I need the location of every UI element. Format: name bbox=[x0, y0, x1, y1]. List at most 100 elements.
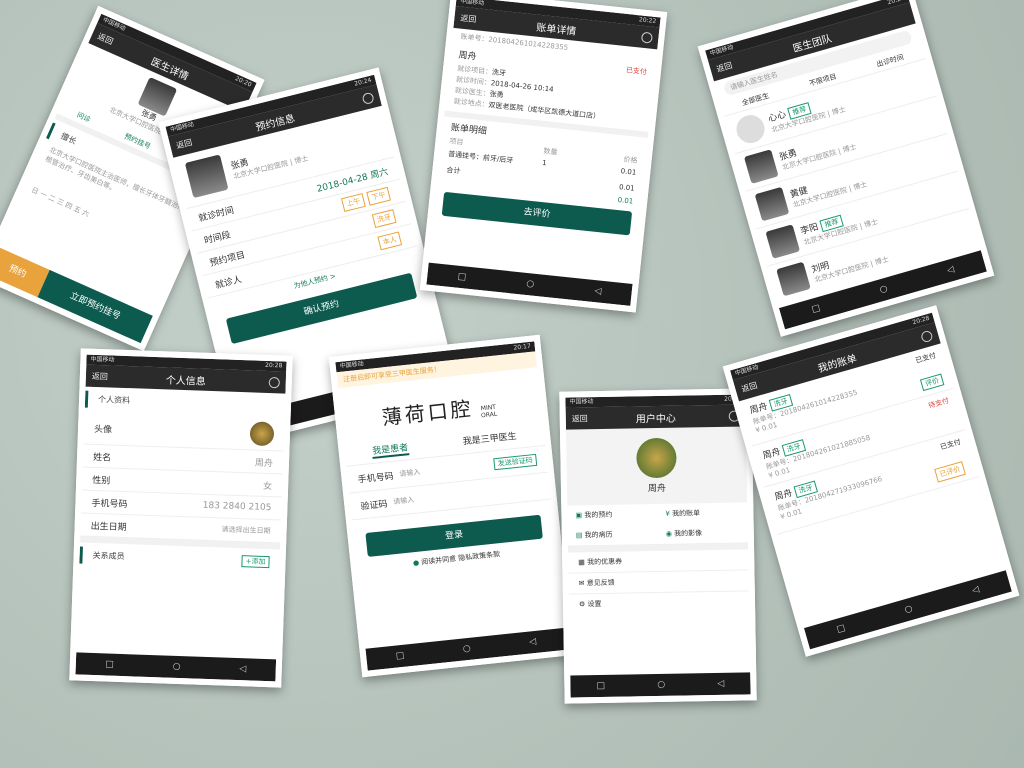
menu-records[interactable]: ▤ 我的病历 bbox=[568, 524, 658, 546]
sex-value: 女 bbox=[262, 481, 273, 492]
doctor-avatar bbox=[754, 186, 790, 222]
place-label: 就诊地点： bbox=[453, 97, 489, 109]
sex-label: 性别 bbox=[92, 475, 111, 487]
phone-login: 中国移动 20:17 注册后即可享受三甲医生服务！ 薄荷口腔 MINT ORAL … bbox=[328, 334, 574, 678]
section-relations: 关系成员 bbox=[79, 546, 135, 566]
back-button[interactable]: 返回 bbox=[92, 370, 108, 382]
check-icon[interactable]: ● bbox=[413, 559, 420, 568]
doctor-avatar bbox=[743, 149, 779, 184]
tab-patient[interactable]: 我是患者 bbox=[371, 440, 409, 459]
agree-text[interactable]: 阅读并同意 隐私政策条款 bbox=[421, 550, 501, 566]
phone-personal-info: 中国移动 20:28 返回 个人信息 个人资料 头像 姓名 周舟 性别 女 手机号… bbox=[69, 348, 293, 688]
back-button[interactable]: 返回 bbox=[96, 30, 115, 47]
doctor-value: 张勇 bbox=[489, 90, 504, 100]
menu-label: 我的预约 bbox=[584, 510, 613, 520]
item-value: 洗牙 bbox=[491, 68, 507, 78]
menu-images[interactable]: ◉ 我的影像 bbox=[658, 522, 748, 544]
date-label: 就诊时间 bbox=[197, 205, 235, 224]
patient-name: 周舟 bbox=[457, 50, 477, 63]
logo-en: MINT ORAL bbox=[480, 403, 498, 419]
pm-option[interactable]: 下午 bbox=[366, 186, 391, 206]
item-label: 预约项目 bbox=[208, 250, 247, 269]
list-label: 我的优惠券 bbox=[587, 557, 623, 567]
doctor-avatar bbox=[765, 224, 801, 259]
back-button[interactable]: 返回 bbox=[572, 413, 588, 424]
nav-square-icon[interactable]: □ bbox=[836, 623, 847, 635]
nav-square-icon[interactable]: □ bbox=[596, 681, 605, 691]
section-profile: 个人资料 bbox=[84, 390, 286, 415]
menu-label: 我的病历 bbox=[584, 530, 613, 540]
list-settings[interactable]: ⚙ 设置 bbox=[569, 591, 749, 614]
user-name: 周舟 bbox=[647, 483, 667, 495]
am-option[interactable]: 上午 bbox=[341, 193, 366, 213]
nav-bar: □ ○ ◁ bbox=[570, 672, 751, 698]
bulb-icon[interactable] bbox=[361, 91, 375, 105]
nav-circle-icon[interactable]: ○ bbox=[462, 644, 471, 655]
bill-status: 已支付 bbox=[625, 66, 648, 77]
tab-doctor[interactable]: 我是三甲医生 bbox=[462, 429, 517, 450]
calendar-icon: ▣ bbox=[575, 511, 585, 520]
name-label: 姓名 bbox=[92, 452, 112, 464]
logo-text: 薄荷口腔 bbox=[380, 396, 475, 430]
phone-value: 183 2840 2105 bbox=[202, 500, 272, 514]
nav-back-icon[interactable]: ◁ bbox=[717, 679, 724, 689]
item-option[interactable]: 洗牙 bbox=[371, 209, 397, 229]
nav-circle-icon[interactable]: ○ bbox=[172, 662, 180, 672]
avatar-label: 头像 bbox=[93, 424, 113, 436]
page-title: 用户中心 bbox=[635, 413, 676, 425]
person-option[interactable]: 本人 bbox=[377, 231, 403, 251]
coupon-icon: ▦ bbox=[578, 558, 588, 567]
nav-square-icon[interactable]: □ bbox=[457, 272, 467, 283]
add-member-button[interactable]: +添加 bbox=[241, 554, 270, 568]
title-bar: 返回 用户中心 bbox=[565, 404, 746, 430]
list-label: 设置 bbox=[587, 599, 602, 609]
phone-user-center: 中国移动20:23 返回 用户中心 周舟 ▣ 我的预约 ¥ 我的账单 ▤ 我的病… bbox=[559, 388, 757, 704]
status-time: 20:28 bbox=[264, 361, 283, 370]
back-button[interactable]: 返回 bbox=[715, 59, 733, 74]
document-icon: ▤ bbox=[575, 531, 585, 540]
back-button[interactable]: 返回 bbox=[175, 136, 193, 151]
user-avatar bbox=[249, 421, 275, 447]
menu-bills[interactable]: ¥ 我的账单 bbox=[657, 502, 747, 524]
menu-label: 我的账单 bbox=[672, 509, 701, 518]
phone-label: 手机号码 bbox=[357, 471, 395, 486]
total-value: 0.01 bbox=[618, 183, 635, 193]
nav-square-icon[interactable]: □ bbox=[811, 303, 822, 315]
row-price: 0.01 bbox=[620, 167, 637, 177]
nav-circle-icon[interactable]: ○ bbox=[904, 604, 914, 616]
nav-circle-icon[interactable]: ○ bbox=[657, 680, 665, 690]
nav-square-icon[interactable]: □ bbox=[395, 651, 405, 662]
user-avatar[interactable] bbox=[636, 437, 677, 479]
name-value: 周舟 bbox=[254, 458, 274, 469]
period-label: 时间段 bbox=[203, 229, 232, 247]
menu-appointments[interactable]: ▣ 我的预约 bbox=[567, 504, 657, 526]
mail-icon: ✉ bbox=[578, 579, 587, 588]
page-title: 账单详情 bbox=[535, 22, 577, 38]
doctor-avatar bbox=[776, 261, 811, 297]
nav-back-icon[interactable]: ◁ bbox=[971, 585, 980, 597]
back-button[interactable]: 返回 bbox=[740, 379, 758, 394]
send-code-button[interactable]: 发送验证码 bbox=[493, 453, 538, 471]
phone-label: 手机号码 bbox=[91, 498, 128, 510]
page-title: 个人信息 bbox=[165, 374, 206, 388]
nav-back-icon[interactable]: ◁ bbox=[529, 637, 537, 648]
nav-back-icon[interactable]: ◁ bbox=[239, 664, 246, 674]
nav-back-icon[interactable]: ◁ bbox=[594, 286, 602, 297]
bulb-icon[interactable] bbox=[640, 31, 654, 44]
menu-label: 我的影像 bbox=[674, 529, 703, 538]
phone-bill-detail: 中国移动 20:22 返回 账单详情 账单号：201804261014228355… bbox=[419, 0, 668, 313]
nav-circle-icon[interactable]: ○ bbox=[879, 284, 889, 296]
nav-bar: □ ○ ◁ bbox=[75, 652, 277, 682]
bulb-icon[interactable] bbox=[268, 376, 280, 388]
nav-circle-icon[interactable]: ○ bbox=[526, 279, 535, 290]
birth-value: 请选择出生日期 bbox=[221, 525, 271, 536]
nav-square-icon[interactable]: □ bbox=[105, 659, 114, 669]
list-label: 意见反馈 bbox=[586, 578, 615, 588]
nav-back-icon[interactable]: ◁ bbox=[946, 265, 955, 277]
bulb-icon[interactable] bbox=[919, 329, 934, 343]
back-button[interactable]: 返回 bbox=[460, 12, 477, 25]
doctor-avatar bbox=[184, 154, 229, 199]
phone-input[interactable]: 请输入 bbox=[399, 460, 492, 480]
birth-label: 出生日期 bbox=[90, 521, 127, 533]
person-label: 就诊人 bbox=[214, 274, 243, 291]
